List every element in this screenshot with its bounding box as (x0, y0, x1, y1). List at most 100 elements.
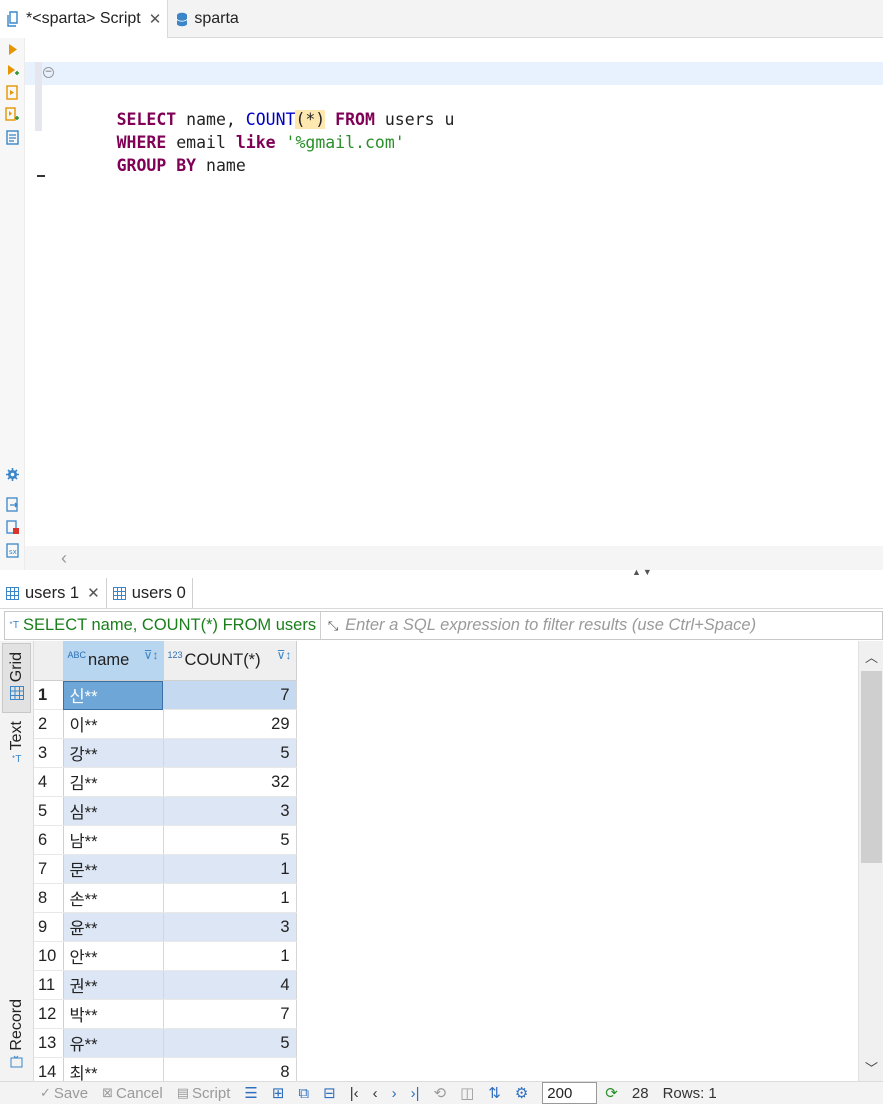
row-number[interactable]: 9 (34, 912, 64, 942)
row-number[interactable]: 2 (34, 709, 64, 739)
scroll-up-icon[interactable]: ︿ (865, 647, 878, 666)
save-script-icon[interactable]: sx (5, 543, 20, 558)
table-row[interactable]: 1 신** 7 (34, 680, 297, 710)
count-cell[interactable]: 1 (163, 854, 297, 884)
scroll-down-icon[interactable]: ﹀ (865, 1058, 878, 1077)
last-page-button[interactable]: ›| (411, 1085, 420, 1102)
table-row[interactable]: 3 강** 5 (34, 738, 297, 768)
count-cell[interactable]: 3 (163, 796, 297, 826)
name-cell[interactable]: 강** (63, 738, 164, 768)
execute-new-tab-icon[interactable] (5, 63, 20, 78)
cancel-button[interactable]: ⊠ Cancel (102, 1085, 163, 1102)
row-number[interactable]: 11 (34, 970, 64, 1000)
table-row[interactable]: 2 이** 29 (34, 709, 297, 739)
add-row-button[interactable]: ⊞ (272, 1084, 285, 1102)
execute-script-icon[interactable] (5, 85, 20, 100)
previous-button[interactable]: ‹ (373, 1085, 378, 1102)
table-row[interactable]: 12 박** 7 (34, 999, 297, 1029)
count-cell[interactable]: 7 (163, 680, 297, 710)
name-cell[interactable]: 김** (63, 767, 164, 797)
filter-expression-input[interactable] (345, 616, 882, 635)
scrollbar-thumb[interactable] (861, 671, 882, 863)
results-grid[interactable]: ABC name ⊽↕ 123 COUNT(*) ⊽↕ 1 신** 7 2 이** 29… (34, 641, 858, 1081)
tab-sparta[interactable]: sparta (168, 0, 244, 38)
copy-row-button[interactable]: ⧉ (298, 1085, 309, 1102)
count-cell[interactable]: 5 (163, 738, 297, 768)
name-cell[interactable]: 심** (63, 796, 164, 826)
sort-toggle-button[interactable]: ⇅ (488, 1084, 501, 1102)
row-number[interactable]: 6 (34, 825, 64, 855)
row-number[interactable]: 14 (34, 1057, 64, 1081)
name-cell[interactable]: 최** (63, 1057, 164, 1081)
table-row[interactable]: 7 문** 1 (34, 854, 297, 884)
row-number[interactable]: 7 (34, 854, 64, 884)
tab-sparta-script[interactable]: *<sparta> Script ✕ (0, 0, 169, 38)
script-button[interactable]: ▤ Script (177, 1085, 231, 1102)
settings-gear-icon[interactable] (5, 467, 20, 482)
row-number[interactable]: 3 (34, 738, 64, 768)
row-number[interactable]: 13 (34, 1028, 64, 1058)
explain-plan-icon[interactable] (5, 130, 20, 145)
tab-users-1[interactable]: users 1 ✕ (0, 578, 107, 608)
execute-statement-icon[interactable] (5, 42, 20, 57)
first-page-button[interactable]: |‹ (350, 1085, 359, 1102)
name-cell[interactable]: 안** (63, 941, 164, 971)
count-cell[interactable]: 4 (163, 970, 297, 1000)
name-cell[interactable]: 이** (63, 709, 164, 739)
code-line-2[interactable]: WHERE email like '%gmail.com' (25, 85, 883, 152)
active-query-label[interactable]: ᐩT SELECT name, COUNT(*) FROM users (5, 612, 322, 639)
delete-row-button[interactable]: ⊟ (323, 1084, 336, 1102)
tab-grid-view[interactable]: Grid (2, 643, 31, 713)
row-number[interactable]: 12 (34, 999, 64, 1029)
row-number[interactable]: 1 (34, 680, 64, 710)
count-cell[interactable]: 1 (163, 883, 297, 913)
sql-code[interactable]: − SELECT name, COUNT(*) FROM users u WHER… (25, 62, 883, 175)
table-row[interactable]: 13 유** 5 (34, 1028, 297, 1058)
filter-sort-icon[interactable]: ⊽↕ (144, 648, 159, 662)
save-button[interactable]: ✓ Save (40, 1085, 88, 1102)
column-header-count[interactable]: 123 COUNT(*) ⊽↕ (163, 641, 297, 681)
refresh-partial-button[interactable]: ⟲ (434, 1084, 447, 1102)
fetch-size-input[interactable] (542, 1082, 598, 1104)
tab-text-view[interactable]: Text ᐩT (2, 721, 31, 781)
count-cell[interactable]: 29 (163, 709, 297, 739)
row-number[interactable]: 10 (34, 941, 64, 971)
tab-record-view[interactable]: Record (2, 999, 31, 1079)
table-row[interactable]: 4 김** 32 (34, 767, 297, 797)
expand-filter-icon[interactable]: ⤡ (321, 618, 345, 634)
name-cell[interactable]: 유** (63, 1028, 164, 1058)
table-row[interactable]: 5 심** 3 (34, 796, 297, 826)
name-cell[interactable]: 신** (63, 680, 164, 710)
count-cell[interactable]: 5 (163, 825, 297, 855)
code-line-3[interactable]: GROUP BY name (25, 108, 883, 175)
name-cell[interactable]: 권** (63, 970, 164, 1000)
name-cell[interactable]: 문** (63, 854, 164, 884)
settings-gear-icon[interactable]: ⚙ (515, 1084, 528, 1102)
count-cell[interactable]: 5 (163, 1028, 297, 1058)
count-cell[interactable]: 8 (163, 1057, 297, 1081)
close-icon[interactable]: ✕ (87, 584, 100, 602)
row-number[interactable]: 5 (34, 796, 64, 826)
table-row[interactable]: 6 남** 5 (34, 825, 297, 855)
name-cell[interactable]: 남** (63, 825, 164, 855)
table-row[interactable]: 14 최** 8 (34, 1057, 297, 1081)
filter-sort-icon[interactable]: ⊽↕ (277, 648, 292, 662)
tab-users-0[interactable]: users 0 (107, 578, 193, 608)
panels-toggle-button[interactable]: ◫ (460, 1084, 474, 1102)
table-row[interactable]: 10 안** 1 (34, 941, 297, 971)
fetch-all-icon[interactable]: ⟳ (605, 1084, 618, 1102)
row-number[interactable]: 4 (34, 767, 64, 797)
export-icon[interactable] (5, 497, 20, 512)
editor-horizontal-scrollbar[interactable]: ‹ (25, 546, 883, 570)
count-cell[interactable]: 1 (163, 941, 297, 971)
row-number[interactable]: 8 (34, 883, 64, 913)
count-cell[interactable]: 3 (163, 912, 297, 942)
name-cell[interactable]: 윤** (63, 912, 164, 942)
count-cell[interactable]: 32 (163, 767, 297, 797)
scroll-left-icon[interactable]: ‹ (61, 548, 67, 569)
sql-editor[interactable]: − SELECT name, COUNT(*) FROM users u WHER… (25, 38, 883, 546)
name-cell[interactable]: 박** (63, 999, 164, 1029)
table-row[interactable]: 8 손** 1 (34, 883, 297, 913)
column-header-name[interactable]: ABC name ⊽↕ (63, 641, 164, 681)
table-row[interactable]: 9 윤** 3 (34, 912, 297, 942)
